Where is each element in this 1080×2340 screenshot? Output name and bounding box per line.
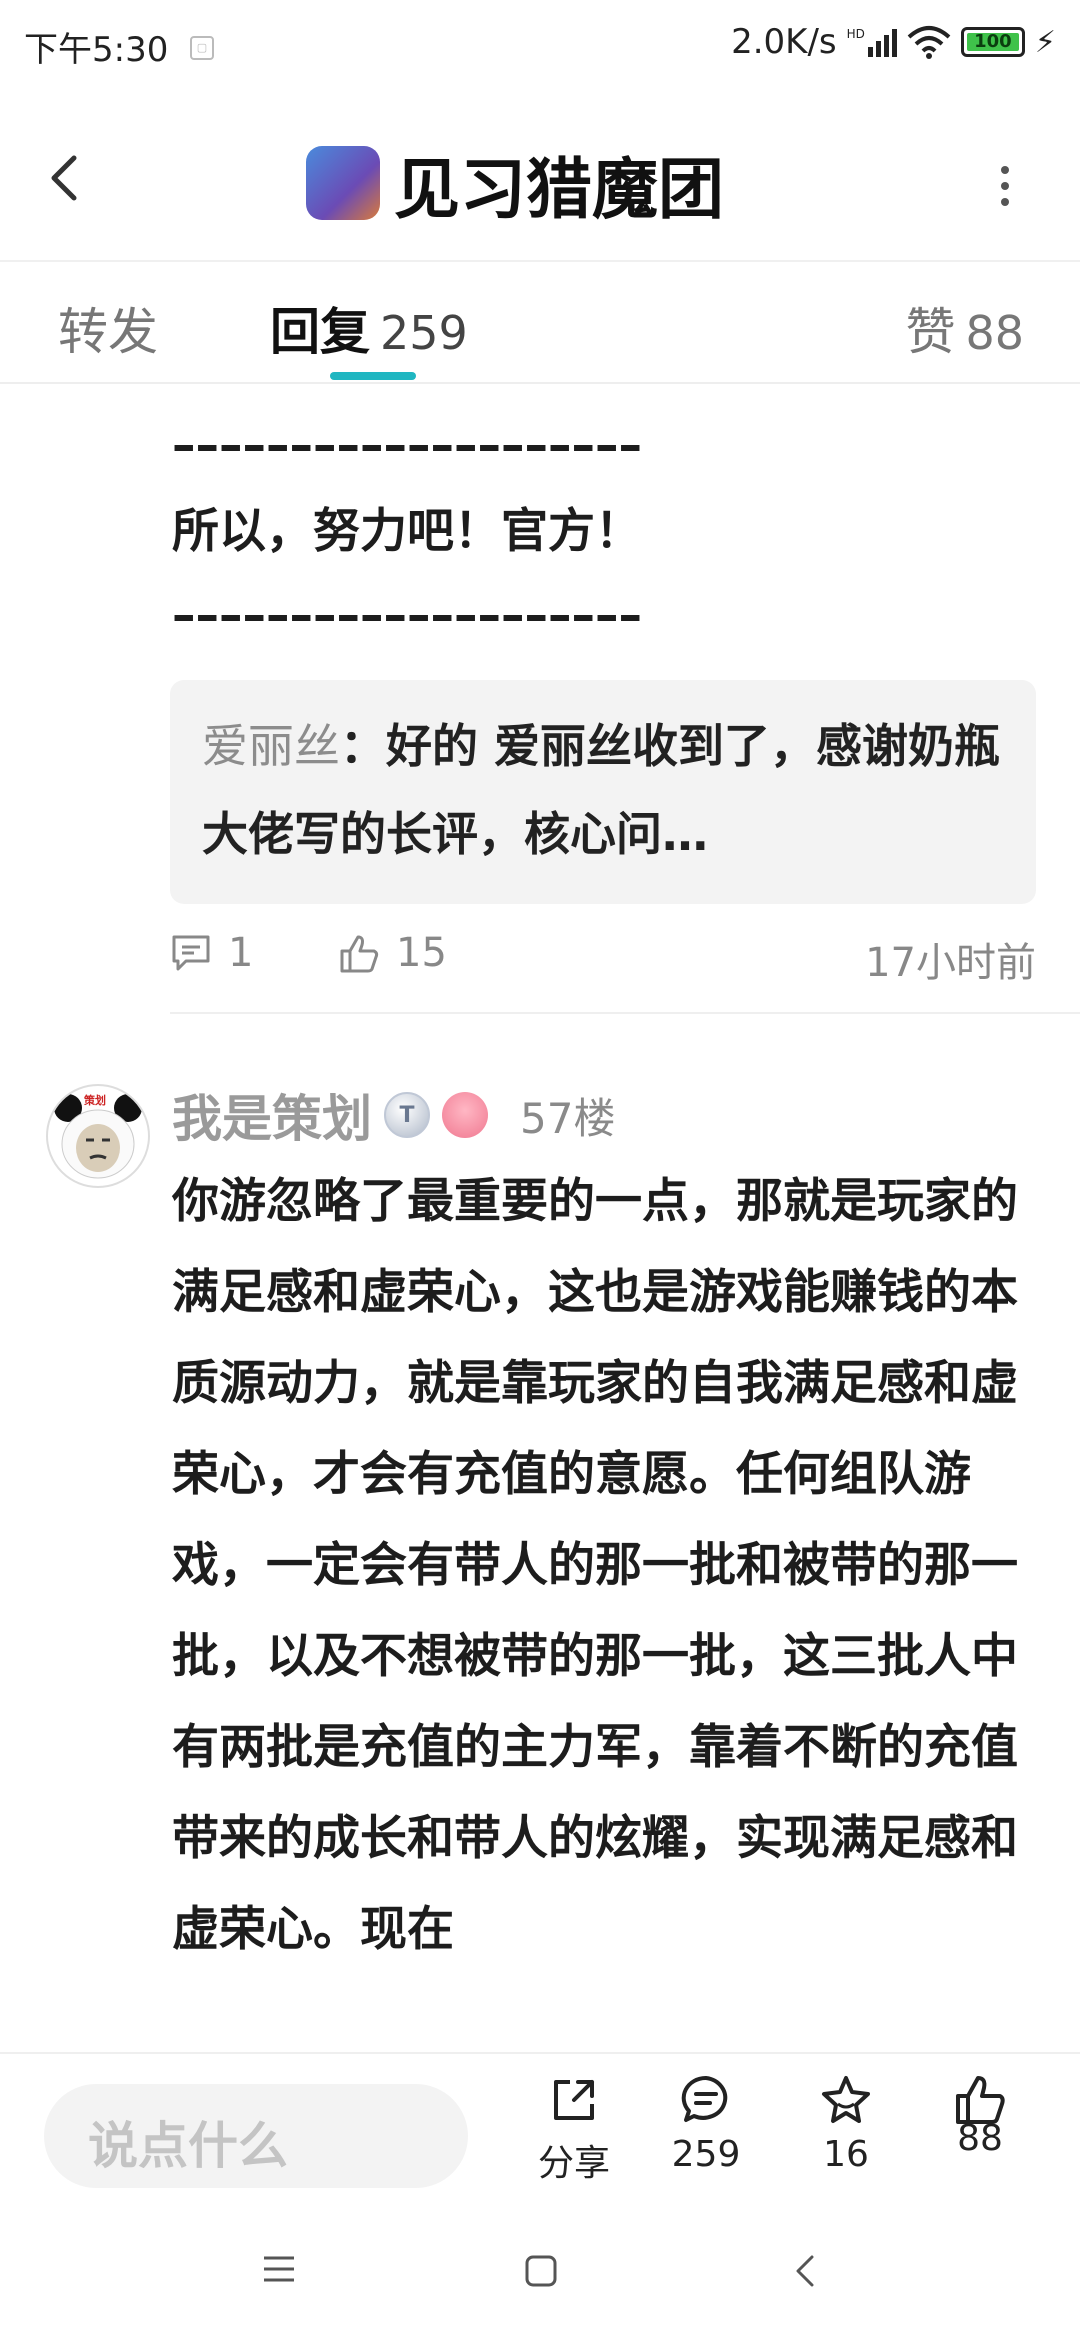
comment-input[interactable]: 说点什么 [44, 2084, 468, 2188]
like-action[interactable]: 15 [338, 930, 447, 976]
sim-icon: ▢ [190, 36, 214, 60]
system-nav-bar [0, 2214, 1080, 2340]
avatar-caption: 策划 [84, 1094, 106, 1107]
favorite-button[interactable]: 16 [786, 2072, 906, 2175]
author-name[interactable]: 我是策划 [172, 1079, 372, 1151]
share-icon [554, 2080, 594, 2120]
page-title: 见习猎魔团 [394, 151, 724, 228]
comment-input-placeholder: 说点什么 [88, 2117, 288, 2175]
author-row: 我是策划 T 57楼 [172, 1080, 615, 1150]
tab-forward[interactable]: 转发 [58, 292, 158, 364]
signal-hd-label: HD [846, 27, 865, 41]
comments-count: 259 [671, 2134, 741, 2175]
tab-like[interactable]: 赞 88 [905, 292, 1024, 364]
post-closing-line: 所以，努力吧！官方！ [172, 504, 642, 559]
tab-like-count: 88 [965, 306, 1024, 360]
flame-badge-icon[interactable] [442, 1092, 488, 1138]
battery-icon: 100 [960, 27, 1025, 57]
tab-reply[interactable]: 回复 259 [270, 292, 468, 364]
status-bar: 下午5:30 ▢ 2.0K/s HD 100 ⚡ [0, 0, 1080, 96]
tab-active-indicator [330, 372, 416, 380]
like-count: 15 [396, 930, 447, 976]
floor-number: 57楼 [520, 1093, 616, 1143]
avatar[interactable]: 策划 [46, 1084, 150, 1188]
battery-level: 100 [966, 33, 1019, 51]
separator-line: –––––––––––––––––––– [172, 588, 642, 643]
network-speed: 2.0K/s [731, 22, 837, 62]
favorite-count: 16 [823, 2134, 869, 2175]
reply-preview-text: 爱丽丝：好的 爱丽丝收到了，感谢奶瓶大佬写的长评，核心问… [202, 702, 1008, 878]
separator-line: –––––––––––––––––––– [172, 418, 642, 473]
comment-icon [172, 935, 210, 971]
divider [170, 1012, 1080, 1014]
comments-button[interactable]: 259 [646, 2072, 766, 2175]
reply-preview[interactable]: 爱丽丝：好的 爱丽丝收到了，感谢奶瓶大佬写的长评，核心问… [170, 680, 1036, 904]
bottom-action-bar: 说点什么 分享 259 16 88 [0, 2052, 1080, 2214]
thumbs-up-icon [340, 935, 379, 973]
back-arrow-icon[interactable] [38, 148, 98, 208]
star-icon [822, 2076, 870, 2123]
tab-reply-label: 回复 [270, 303, 370, 361]
share-button[interactable]: 分享 [514, 2072, 634, 2186]
reply-author[interactable]: 爱丽丝 [202, 719, 340, 773]
wifi-icon [907, 26, 951, 59]
like-button[interactable]: 88 [920, 2072, 1040, 2159]
nav-back-icon[interactable] [790, 2254, 820, 2288]
comment-count: 1 [228, 930, 254, 976]
more-options-icon[interactable] [990, 156, 1020, 216]
post-meta-row: 1 15 17小时前 [170, 930, 1036, 986]
menu-icon[interactable] [262, 2254, 296, 2284]
tab-like-label: 赞 [905, 303, 956, 361]
post-time: 17小时前 [865, 940, 1036, 986]
post-content: 你游忽略了最重要的一点，那就是玩家的满足感和虚荣心，这也是游戏能赚钱的本质源动力… [172, 1174, 1018, 1957]
status-time: 下午5:30 [24, 30, 169, 70]
home-icon[interactable] [524, 2254, 558, 2288]
tab-reply-count: 259 [380, 306, 468, 360]
comment-action[interactable]: 1 [170, 930, 253, 976]
tab-bar: 转发 回复 259 赞 88 [0, 262, 1080, 384]
signal-icon: HD [847, 27, 897, 57]
like-count: 88 [957, 2118, 1003, 2159]
charging-icon: ⚡ [1034, 24, 1056, 60]
status-right: 2.0K/s HD 100 ⚡ [731, 22, 1056, 62]
top-bar: 见习猎魔团 [0, 96, 1080, 262]
level-badge-icon[interactable]: T [384, 1092, 430, 1138]
share-label: 分享 [537, 2143, 610, 2184]
chat-bubble-icon [681, 2075, 728, 2122]
game-icon[interactable] [306, 146, 380, 220]
